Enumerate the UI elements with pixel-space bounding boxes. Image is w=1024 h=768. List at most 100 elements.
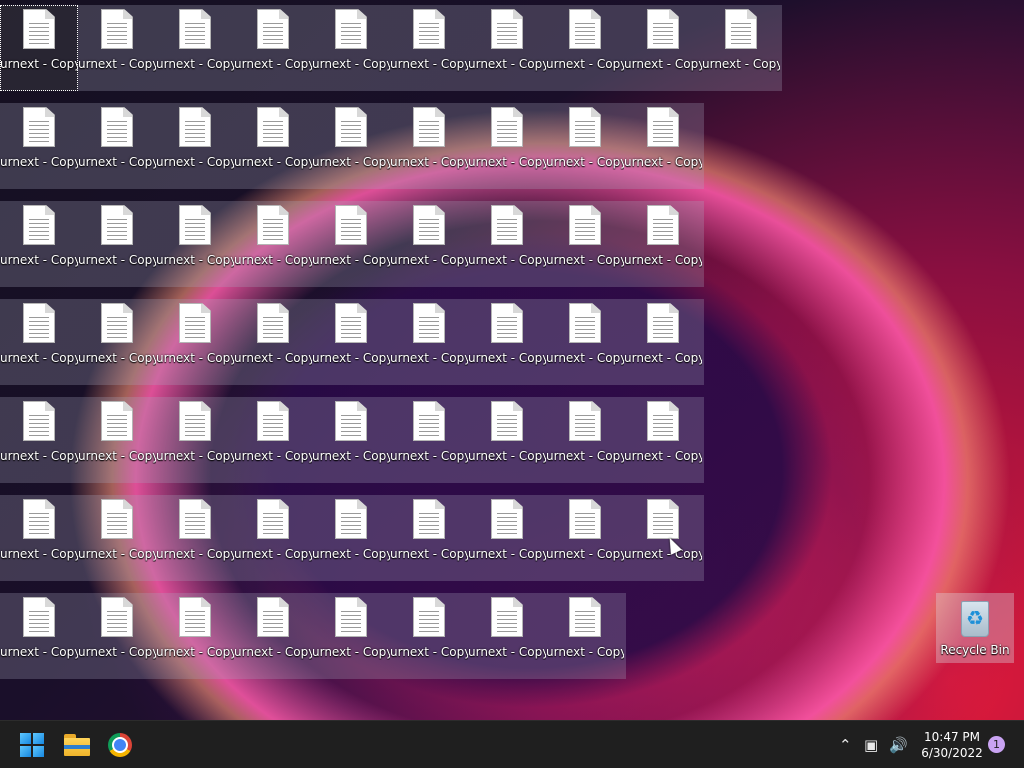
desktop-file-item[interactable]: urnext - Copy (47) - Copy.... — [0, 593, 78, 679]
desktop-file-item[interactable]: urnext - Copy (33) - Copy.... — [0, 397, 78, 483]
desktop-file-item[interactable]: urnext - Copy (30) - Copy.... — [468, 299, 546, 385]
desktop-file-item[interactable]: urnext - Copy (40) - Copy.... — [0, 495, 78, 581]
desktop-file-item[interactable]: urnext - Copy (47).txt — [546, 5, 624, 91]
text-file-icon — [101, 107, 133, 147]
desktop-file-item[interactable]: urnext - Copy (33).txt — [390, 5, 468, 91]
network-icon[interactable]: ▣ — [864, 735, 878, 755]
desktop-file-item[interactable]: urnext - Copy (45) - Copy.... — [624, 201, 702, 287]
text-file-icon — [413, 303, 445, 343]
desktop-file-label: urnext - Copy (19) - Copy.... — [0, 253, 78, 267]
recycle-bin-item[interactable]: ♻ Recycle Bin — [936, 593, 1014, 663]
desktop-file-item[interactable]: urnext - Copy (35) - Copy.... — [234, 397, 312, 483]
desktop-file-item[interactable]: urnext - Copy (59) - Copy.... — [624, 397, 702, 483]
text-file-icon — [569, 499, 601, 539]
desktop-file-item[interactable]: urnext - Copy (40).txt — [468, 5, 546, 91]
desktop-file-item[interactable]: urnext - Copy (36) - Copy.... — [390, 103, 468, 189]
desktop-file-item[interactable]: urnext - Copy (28) - Copy.... — [234, 299, 312, 385]
desktop-file-item[interactable]: urnext - Copy (29) - Copy.... — [312, 593, 390, 679]
desktop-file-item[interactable]: urnext - Copy (64) - Copy.... — [390, 495, 468, 581]
desktop-file-item[interactable]: urnext - Copy (27) - Copy.... — [78, 593, 156, 679]
text-file-icon — [23, 597, 55, 637]
desktop-file-item[interactable]: urnext - Copy (34) - Copy.... — [156, 103, 234, 189]
recycle-bin-icon: ♻ — [958, 597, 992, 637]
desktop-file-label: urnext - Copy (61).txt — [702, 57, 780, 71]
desktop-file-item[interactable]: urnext - Copy (5).txt — [78, 5, 156, 91]
desktop-file-item[interactable]: urnext - Copy (61) - Copy.... — [78, 201, 156, 287]
desktop-file-item[interactable]: urnext - Copy (54) - Copy.... — [78, 103, 156, 189]
desktop-file-item[interactable]: urnext - Copy (37) - Copy.... — [468, 397, 546, 483]
desktop-file-item[interactable]: urnext - Copy (7) - Copy.txt — [156, 593, 234, 679]
desktop-file-item[interactable]: urnext - Copy (20) - Copy.... — [78, 495, 156, 581]
desktop-file-item[interactable]: urnext - Copy (54).txt — [624, 5, 702, 91]
desktop-file-item[interactable]: urnext - Copy (26) - Copy.... — [0, 299, 78, 385]
desktop-file-item[interactable]: urnext - Copy (50) - Copy.... — [390, 299, 468, 385]
text-file-icon — [335, 303, 367, 343]
desktop-file-item[interactable]: urnext - Copy (12) - Copy.... — [0, 103, 78, 189]
desktop-file-item[interactable]: urnext - Copy (9) - Copy.txt — [390, 593, 468, 679]
text-file-icon — [101, 597, 133, 637]
text-file-icon — [257, 9, 289, 49]
desktop-file-item[interactable]: urnext - Copy (48) - Copy.... — [156, 299, 234, 385]
desktop-file-item[interactable]: urnext - Copy (58) - Copy.... — [546, 103, 624, 189]
text-file-icon — [179, 303, 211, 343]
text-file-icon — [491, 205, 523, 245]
desktop-file-item[interactable]: urnext - Copy (65) - Copy.... — [546, 201, 624, 287]
desktop-file-item[interactable]: urnext - Copy (22) - Copy.... — [312, 495, 390, 581]
desktop-file-item[interactable]: urnext - Copy (42) - Copy.... — [234, 495, 312, 581]
desktop-file-item[interactable]: urnext - Copy (63) - Copy.... — [312, 201, 390, 287]
desktop-file-item[interactable]: urnext - Copy (61).txt — [702, 5, 780, 91]
desktop-file-item[interactable]: urnext - Copy (52) - Copy.... — [624, 299, 702, 385]
desktop-file-item[interactable]: urnext - Copy (17) - Copy.... — [546, 397, 624, 483]
desktop-file-label: urnext - Copy (23) - Copy.... — [468, 253, 546, 267]
start-button[interactable] — [12, 725, 52, 765]
text-file-icon — [647, 9, 679, 49]
desktop-file-item[interactable]: urnext - Copy (19).txt — [234, 5, 312, 91]
desktop-file-item[interactable]: urnext - Copy (19) - Copy.... — [0, 201, 78, 287]
desktop-file-item[interactable]: urnext - Copy (24) - Copy.... — [546, 495, 624, 581]
desktop-file-item[interactable]: urnext - Copy (57) - Copy.... — [390, 397, 468, 483]
desktop-file-item[interactable]: urnext - Copy (21) - Copy.... — [234, 201, 312, 287]
text-file-icon — [101, 401, 133, 441]
desktop-file-item[interactable]: urnext - Copy (43) - Copy.... — [390, 201, 468, 287]
desktop-file-item[interactable]: urnext - Copy (16) - Copy.... — [468, 103, 546, 189]
taskbar: ⌃ ▣ 🔊 10:47 PM 6/30/2022 1 — [0, 720, 1024, 768]
desktop-file-item[interactable]: urnext - Copy (49) - Copy.... — [234, 593, 312, 679]
desktop-file-item[interactable]: urnext - Copy (5) - Copy.txt — [0, 5, 78, 91]
volume-icon[interactable]: 🔊 — [889, 735, 908, 755]
desktop-file-item[interactable]: urnext - Copy (14) - Copy.... — [234, 103, 312, 189]
desktop-file-item[interactable]: urnext - Copy (41) - Copy.... — [156, 201, 234, 287]
text-file-icon — [413, 205, 445, 245]
desktop-file-item[interactable]: urnext - Copy (44) - Copy.... — [468, 495, 546, 581]
desktop-file-item[interactable]: urnext - Copy (56) - Copy.... — [312, 103, 390, 189]
desktop-file-item[interactable]: urnext - Copy (62) - Copy.... — [156, 495, 234, 581]
desktop-file-label: urnext - Copy (37) - Copy.... — [468, 449, 546, 463]
desktop-file-item[interactable]: urnext - Copy (8) - Copy.txt — [312, 299, 390, 385]
desktop-file-item[interactable]: urnext - Copy (66) - Copy.... — [624, 495, 702, 581]
desktop-file-label: urnext - Copy (57) - Copy.... — [390, 449, 468, 463]
text-file-icon — [179, 205, 211, 245]
system-clock[interactable]: 10:47 PM 6/30/2022 — [914, 729, 990, 761]
desktop-file-item[interactable]: urnext - Copy (38) - Copy.... — [624, 103, 702, 189]
desktop-file-item[interactable]: urnext - Copy (51) - Copy.... — [468, 593, 546, 679]
chevron-up-icon[interactable]: ⌃ — [839, 735, 852, 755]
desktop-file-item[interactable]: urnext - Copy (12).txt — [156, 5, 234, 91]
desktop-file-item[interactable]: urnext - Copy (55) - Copy.... — [156, 397, 234, 483]
chrome-button[interactable] — [100, 725, 140, 765]
desktop-file-item[interactable]: urnext - Copy (13) - Copy.... — [78, 397, 156, 483]
file-explorer-button[interactable] — [57, 725, 97, 765]
desktop-file-item[interactable]: urnext - Copy (10) - Copy.... — [546, 299, 624, 385]
desktop-file-item[interactable]: urnext - Copy (23) - Copy.... — [468, 201, 546, 287]
desktop-file-label: urnext - Copy (26) - Copy.... — [0, 351, 78, 365]
desktop-file-item[interactable]: urnext - Copy (31) - Copy.... — [546, 593, 624, 679]
desktop-file-label: urnext - Copy (40).txt — [468, 57, 546, 71]
desktop-file-label: urnext - Copy (54).txt — [624, 57, 702, 71]
text-file-icon — [335, 107, 367, 147]
desktop[interactable]: urnext - Copy (5) - Copy.txturnext - Cop… — [0, 0, 1024, 720]
desktop-file-item[interactable]: urnext - Copy (26).txt — [312, 5, 390, 91]
text-file-icon — [647, 401, 679, 441]
desktop-file-item[interactable]: urnext - Copy (6) - Copy.txt — [78, 299, 156, 385]
recycle-bin-label: Recycle Bin — [940, 643, 1010, 657]
desktop-file-item[interactable]: urnext - Copy (15) - Copy.... — [312, 397, 390, 483]
desktop-file-label: urnext - Copy (35) - Copy.... — [234, 449, 312, 463]
notification-badge[interactable]: 1 — [988, 736, 1005, 753]
